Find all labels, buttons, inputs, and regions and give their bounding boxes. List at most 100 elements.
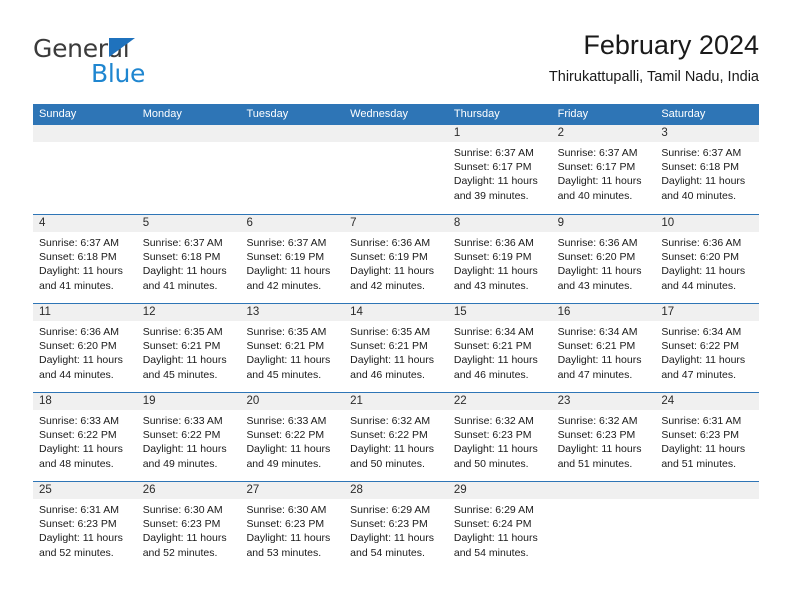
- day-cell[interactable]: 5 Sunrise: 6:37 AM Sunset: 6:18 PM Daylight…: [136, 215, 241, 303]
- sunrise-text: Sunrise: 6:32 AM: [453, 415, 534, 427]
- day-cell[interactable]: 15 Sunrise: 6:34 AM Sunset: 6:21 PM Dayligh…: [447, 304, 552, 392]
- day-cell[interactable]: 7 Sunrise: 6:36 AM Sunset: 6:19 PM Daylight…: [344, 215, 448, 303]
- sunset-text: Sunset: 6:19 PM: [246, 251, 325, 264]
- day-cell[interactable]: 17 Sunrise: 6:34 AM Sunset: 6:22 PM Dayligh…: [655, 304, 760, 392]
- daylight-text: and 46 minutes.: [453, 368, 529, 381]
- day-number: 20: [240, 393, 345, 410]
- day-cell[interactable]: 1 Sunrise: 6:37 AM Sunset: 6:17 PM Daylight…: [447, 125, 552, 214]
- day-cell[interactable]: 16 Sunrise: 6:34 AM Sunset: 6:21 PM Dayligh…: [551, 304, 656, 392]
- calendar-week-row: 11 Sunrise: 6:36 AM Sunset: 6:20 PM Dayligh…: [33, 303, 760, 392]
- daylight-text: Daylight: 11 hours: [453, 443, 538, 456]
- day-cell[interactable]: 3 Sunrise: 6:37 AM Sunset: 6:18 PM Daylight…: [655, 125, 760, 214]
- day-cell[interactable]: 10 Sunrise: 6:36 AM Sunset: 6:20 PM Dayligh…: [655, 215, 760, 303]
- day-cell[interactable]: 23 Sunrise: 6:32 AM Sunset: 6:23 PM Dayligh…: [551, 393, 656, 481]
- sunset-text: Sunset: 6:23 PM: [661, 429, 739, 442]
- day-cell[interactable]: 27 Sunrise: 6:30 AM Sunset: 6:23 PM Dayligh…: [240, 482, 345, 570]
- day-details: Sunrise: 6:34 AM Sunset: 6:21 PM Daylight:…: [552, 321, 656, 382]
- day-details: Sunrise: 6:32 AM Sunset: 6:22 PM Daylight:…: [344, 410, 448, 471]
- day-number: [655, 482, 760, 499]
- day-cell-empty: [33, 125, 137, 214]
- day-cell[interactable]: 11 Sunrise: 6:36 AM Sunset: 6:20 PM Dayligh…: [33, 304, 137, 392]
- day-number: 14: [344, 304, 448, 321]
- sunrise-text: Sunrise: 6:30 AM: [142, 504, 223, 516]
- sunset-text: Sunset: 6:22 PM: [350, 429, 428, 442]
- daylight-text: Daylight: 11 hours: [39, 532, 123, 545]
- day-cell[interactable]: 29 Sunrise: 6:29 AM Sunset: 6:24 PM Dayligh…: [447, 482, 552, 570]
- day-number: 29: [447, 482, 552, 499]
- day-cell[interactable]: 13 Sunrise: 6:35 AM Sunset: 6:21 PM Dayligh…: [240, 304, 345, 392]
- day-cell[interactable]: 14 Sunrise: 6:35 AM Sunset: 6:21 PM Dayligh…: [344, 304, 448, 392]
- page-header: General Blue February 2024 Thirukattupal…: [33, 28, 759, 96]
- day-details: Sunrise: 6:37 AM Sunset: 6:17 PM Daylight:…: [552, 142, 656, 203]
- day-details: Sunrise: 6:34 AM Sunset: 6:21 PM Daylight:…: [448, 321, 552, 382]
- weekday-header-thursday: Thursday: [453, 108, 500, 120]
- generalblue-logo[interactable]: General Blue: [33, 34, 273, 92]
- daylight-text: and 54 minutes.: [350, 546, 425, 559]
- day-cell[interactable]: 24 Sunrise: 6:31 AM Sunset: 6:23 PM Dayligh…: [655, 393, 760, 481]
- day-cell[interactable]: 19 Sunrise: 6:33 AM Sunset: 6:22 PM Dayligh…: [136, 393, 241, 481]
- calendar-grid: Sunday Monday Tuesday Wednesday Thursday Frid…: [33, 104, 760, 570]
- sunset-text: Sunset: 6:21 PM: [142, 340, 221, 353]
- day-number: [240, 125, 345, 142]
- sunrise-text: Sunrise: 6:36 AM: [453, 237, 534, 249]
- day-details: Sunrise: 6:36 AM Sunset: 6:20 PM Daylight:…: [552, 232, 656, 293]
- day-details: Sunrise: 6:32 AM Sunset: 6:23 PM Daylight:…: [448, 410, 552, 471]
- day-cell[interactable]: 21 Sunrise: 6:32 AM Sunset: 6:22 PM Dayligh…: [344, 393, 448, 481]
- daylight-text: Daylight: 11 hours: [142, 532, 227, 545]
- day-details: Sunrise: 6:29 AM Sunset: 6:23 PM Daylight:…: [344, 499, 448, 560]
- day-details: Sunrise: 6:36 AM Sunset: 6:19 PM Daylight:…: [448, 232, 552, 293]
- day-number: 13: [240, 304, 345, 321]
- day-details: Sunrise: 6:31 AM Sunset: 6:23 PM Daylight:…: [655, 410, 759, 471]
- day-cell[interactable]: 8 Sunrise: 6:36 AM Sunset: 6:19 PM Daylight…: [447, 215, 552, 303]
- day-cell[interactable]: 26 Sunrise: 6:30 AM Sunset: 6:23 PM Dayligh…: [136, 482, 241, 570]
- day-details: [344, 142, 448, 146]
- day-number: 4: [33, 215, 137, 232]
- triangle-icon: [109, 38, 135, 57]
- daylight-text: Daylight: 11 hours: [661, 265, 746, 278]
- daylight-text: and 41 minutes.: [39, 279, 114, 292]
- weekday-header-wednesday: Wednesday: [350, 108, 409, 120]
- page-title: February 2024: [583, 30, 759, 60]
- sunset-text: Sunset: 6:19 PM: [453, 251, 532, 264]
- day-details: Sunrise: 6:30 AM Sunset: 6:23 PM Daylight:…: [137, 499, 241, 560]
- day-cell[interactable]: 12 Sunrise: 6:35 AM Sunset: 6:21 PM Dayligh…: [136, 304, 241, 392]
- daylight-text: and 52 minutes.: [39, 546, 114, 559]
- day-number: 15: [447, 304, 552, 321]
- sunrise-text: Sunrise: 6:32 AM: [350, 415, 431, 427]
- weekday-header-monday: Monday: [142, 108, 182, 120]
- day-cell[interactable]: 28 Sunrise: 6:29 AM Sunset: 6:23 PM Dayligh…: [344, 482, 448, 570]
- sunrise-text: Sunrise: 6:33 AM: [39, 415, 119, 427]
- daylight-text: and 40 minutes.: [661, 189, 737, 202]
- sunset-text: Sunset: 6:22 PM: [142, 429, 221, 442]
- day-cell[interactable]: 2 Sunrise: 6:37 AM Sunset: 6:17 PM Daylight…: [551, 125, 656, 214]
- day-number: 17: [655, 304, 760, 321]
- daylight-text: and 54 minutes.: [453, 546, 529, 559]
- sunrise-text: Sunrise: 6:36 AM: [39, 326, 119, 338]
- daylight-text: Daylight: 11 hours: [350, 265, 435, 278]
- sunrise-text: Sunrise: 6:34 AM: [557, 326, 638, 338]
- day-number: 27: [240, 482, 345, 499]
- daylight-text: Daylight: 11 hours: [39, 265, 123, 278]
- day-number: 22: [447, 393, 552, 410]
- day-cell[interactable]: 4 Sunrise: 6:37 AM Sunset: 6:18 PM Daylight…: [33, 215, 137, 303]
- day-cell[interactable]: 18 Sunrise: 6:33 AM Sunset: 6:22 PM Dayligh…: [33, 393, 137, 481]
- sunrise-text: Sunrise: 6:37 AM: [246, 237, 327, 249]
- day-cell[interactable]: 22 Sunrise: 6:32 AM Sunset: 6:23 PM Dayligh…: [447, 393, 552, 481]
- sunrise-text: Sunrise: 6:36 AM: [661, 237, 742, 249]
- calendar-weeks: 1 Sunrise: 6:37 AM Sunset: 6:17 PM Daylight…: [33, 125, 760, 570]
- day-number: 9: [551, 215, 656, 232]
- day-details: Sunrise: 6:37 AM Sunset: 6:19 PM Daylight:…: [240, 232, 344, 293]
- day-number: [344, 125, 448, 142]
- daylight-text: and 49 minutes.: [246, 457, 322, 470]
- day-number: [551, 482, 656, 499]
- weekday-header-sunday: Sunday: [39, 108, 77, 120]
- day-cell[interactable]: 6 Sunrise: 6:37 AM Sunset: 6:19 PM Daylight…: [240, 215, 345, 303]
- day-cell-empty: [344, 125, 448, 214]
- day-cell[interactable]: 20 Sunrise: 6:33 AM Sunset: 6:22 PM Dayligh…: [240, 393, 345, 481]
- day-cell[interactable]: 9 Sunrise: 6:36 AM Sunset: 6:20 PM Daylight…: [551, 215, 656, 303]
- day-cell[interactable]: 25 Sunrise: 6:31 AM Sunset: 6:23 PM Dayligh…: [33, 482, 137, 570]
- day-number: 25: [33, 482, 137, 499]
- calendar-week-row: 18 Sunrise: 6:33 AM Sunset: 6:22 PM Dayligh…: [33, 392, 760, 481]
- sunrise-text: Sunrise: 6:37 AM: [557, 147, 638, 159]
- day-cell-empty: [136, 125, 241, 214]
